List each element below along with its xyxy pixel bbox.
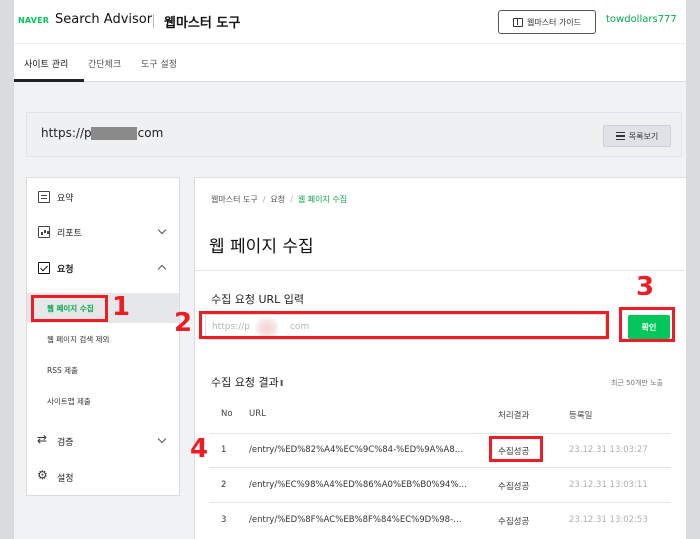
webmaster-guide-button[interactable]: 웹마스터 가이드	[498, 10, 596, 34]
column-header-date: 등록일	[569, 411, 593, 421]
row-url[interactable]: /entry/%EC%98%A4%ED%86%A0%EB%B0%94%…	[249, 480, 467, 490]
tab-site-management[interactable]: 사이트 관리	[24, 57, 68, 70]
sidebar-item-summary[interactable]: 요약	[27, 182, 179, 212]
tab-simple-check[interactable]: 간단체크	[88, 57, 121, 70]
sidebar-subitem-rss-submit[interactable]: RSS 제출	[27, 355, 179, 385]
row-date: 23.12.31 13:03:11	[569, 480, 648, 490]
row-date: 23.12.31 13:02:53	[569, 515, 648, 525]
sidebar-item-settings[interactable]: 설정	[27, 462, 179, 492]
table-divider	[209, 467, 671, 468]
sidebar-subitem-label: RSS 제출	[47, 366, 78, 375]
annotation-number-1: 1	[112, 292, 131, 322]
chart-icon	[38, 226, 50, 238]
main-panel: 웹마스터 도구 / 요청 / 웹 페이지 수집 웹 페이지 수집 수집 요청 URL 입…	[194, 177, 687, 539]
chevron-down-icon	[157, 434, 167, 444]
book-icon	[512, 17, 523, 27]
annotation-box-1	[31, 295, 108, 322]
row-no: 1	[221, 445, 227, 455]
list-view-button[interactable]: 목록보기	[603, 125, 671, 147]
table-divider	[209, 433, 671, 434]
row-no: 2	[221, 480, 227, 490]
column-header-url: URL	[249, 409, 266, 419]
url-input-label: 수집 요청 URL 입력	[211, 293, 305, 306]
top-header: NAVER Search Advisor 웹마스터 도구 웹마스터 가이드 to…	[14, 0, 686, 44]
annotation-box-3	[619, 307, 675, 342]
chevron-up-icon	[157, 264, 167, 274]
document-icon	[38, 191, 50, 203]
chevron-down-icon	[157, 225, 167, 235]
sidebar-item-label: 검증	[57, 438, 74, 448]
table-divider	[209, 502, 671, 503]
page-title: 웹 페이지 수집	[209, 237, 314, 257]
sidebar-subitem-sitemap-submit[interactable]: 사이트맵 제출	[27, 386, 179, 416]
annotation-number-4: 4	[190, 434, 209, 464]
sidebar-item-label: 설정	[57, 474, 74, 484]
annotation-number-2: 2	[174, 308, 193, 338]
sidebar-item-label: 요약	[57, 194, 74, 204]
site-bar: https://p com 목록보기	[26, 112, 682, 157]
frame-edge-right	[686, 0, 700, 539]
title-divider	[195, 270, 687, 271]
breadcrumb: 웹마스터 도구 / 요청 / 웹 페이지 수집	[211, 195, 348, 204]
row-status: 수집성공	[498, 482, 530, 492]
frame-edge-left	[0, 0, 14, 539]
column-header-no: No	[221, 409, 233, 419]
brand-title[interactable]: Search Advisor	[55, 12, 152, 27]
column-header-status: 처리결과	[498, 411, 530, 421]
sidebar-subitem-label: 사이트맵 제출	[47, 397, 91, 406]
list-view-label: 목록보기	[628, 131, 659, 141]
row-url[interactable]: /entry/%ED%8F%AC%EB%8F%84%EC%9D%98-…	[249, 515, 462, 525]
sidebar-item-label: 요청	[57, 265, 74, 275]
result-title: 수집 요청 결과ı	[211, 376, 284, 389]
result-note: 최근 50개만 노출	[611, 379, 663, 387]
active-tab-underline	[14, 79, 84, 82]
list-icon	[615, 132, 625, 140]
annotation-number-3: 3	[636, 272, 655, 302]
row-status: 수집성공	[498, 517, 530, 527]
row-date: 23.12.31 13:03:27	[569, 445, 648, 455]
username-link[interactable]: towdollars777	[606, 14, 677, 25]
naver-logo[interactable]: NAVER	[18, 16, 49, 25]
row-url[interactable]: /entry/%ED%82%A4%EC%9C%84-%ED%9A%A8…	[249, 445, 463, 455]
row-no: 3	[221, 515, 227, 525]
brand-subtitle: 웹마스터 도구	[164, 16, 241, 31]
breadcrumb-item-current: 웹 페이지 수집	[297, 195, 348, 204]
main-tabs: 사이트 관리 간단체크 도구 설정	[14, 44, 686, 82]
sidebar-item-request[interactable]: 요청	[27, 253, 179, 283]
webmaster-guide-label: 웹마스터 가이드	[526, 17, 582, 27]
breadcrumb-item-request[interactable]: 요청	[270, 195, 285, 204]
sidebar-item-label: 리포트	[57, 229, 82, 239]
check-icon	[38, 262, 50, 274]
sidebar: 요약 리포트 요청 웹 페이지 수집 웹 페이지 검색 제외 RSS 제출 사이…	[26, 177, 180, 496]
swap-icon	[37, 432, 50, 447]
sidebar-item-verify[interactable]: 검증	[27, 426, 179, 456]
annotation-box-2	[199, 311, 609, 339]
breadcrumb-item-webmaster[interactable]: 웹마스터 도구	[211, 195, 258, 204]
site-url-mask	[91, 127, 137, 140]
sidebar-subitem-web-page-exclude[interactable]: 웹 페이지 검색 제외	[27, 324, 179, 354]
tab-tool-settings[interactable]: 도구 설정	[141, 57, 177, 70]
annotation-box-4	[489, 436, 543, 462]
sidebar-item-report[interactable]: 리포트	[27, 217, 179, 247]
brand-divider	[153, 14, 154, 28]
gear-icon	[37, 468, 50, 483]
sidebar-subitem-label: 웹 페이지 검색 제외	[47, 335, 110, 344]
